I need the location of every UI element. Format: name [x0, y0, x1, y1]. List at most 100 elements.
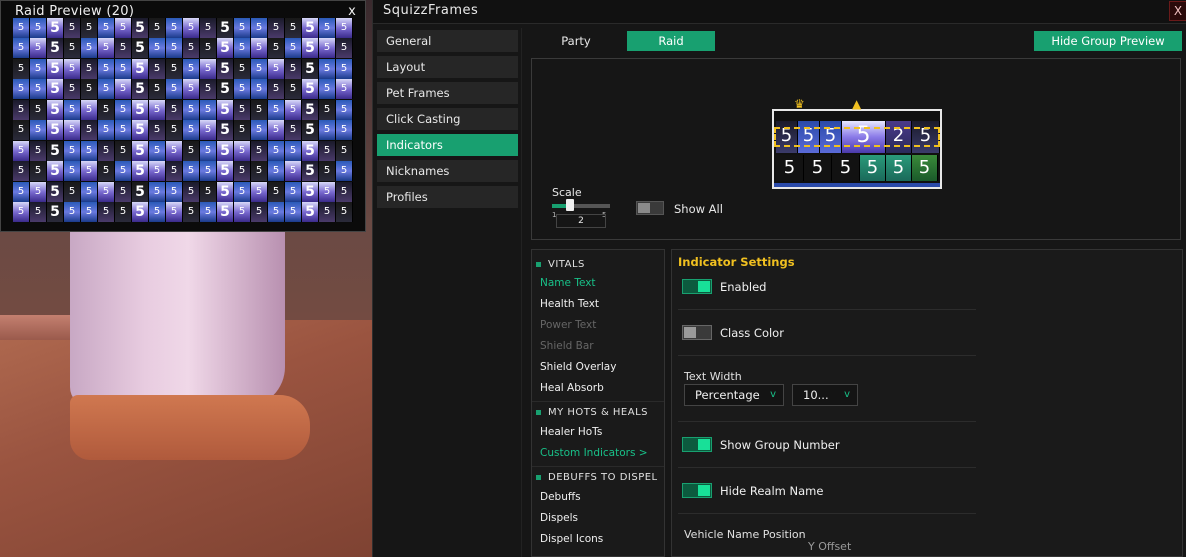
tab-party[interactable]: Party — [549, 31, 603, 51]
raid-unit-cell[interactable]: 5 — [217, 18, 234, 38]
raid-unit-cell[interactable]: 5 — [64, 18, 81, 38]
raid-unit-cell[interactable]: 5 — [149, 79, 166, 99]
raid-unit-cell[interactable]: 5 — [149, 161, 166, 181]
raid-unit-cell[interactable]: 5 — [183, 59, 200, 79]
raid-unit-cell[interactable]: 5 — [81, 141, 98, 161]
raid-unit-cell[interactable]: 5 — [166, 182, 183, 202]
raid-unit-cell[interactable]: 5 — [47, 141, 64, 161]
sidebar-item-general[interactable]: General — [377, 30, 518, 52]
raid-unit-cell[interactable]: 5 — [30, 202, 47, 222]
raid-unit-cell[interactable]: 5 — [149, 59, 166, 79]
raid-unit-cell[interactable]: 5 — [115, 100, 132, 120]
raid-unit-cell[interactable]: 5 — [268, 59, 285, 79]
raid-unit-cell[interactable]: 5 — [98, 182, 115, 202]
raid-unit-cell[interactable]: 5 — [285, 38, 302, 58]
raid-unit-cell[interactable]: 5 — [319, 18, 336, 38]
raid-unit-cell[interactable]: 5 — [13, 161, 30, 181]
raid-unit-cell[interactable]: 5 — [217, 120, 234, 140]
raid-unit-cell[interactable]: 5 — [336, 18, 353, 38]
raid-unit-cell[interactable]: 5 — [81, 59, 98, 79]
raid-unit-cell[interactable]: 5 — [64, 141, 81, 161]
raid-unit-cell[interactable]: 5 — [13, 182, 30, 202]
raid-unit-cell[interactable]: 5 — [251, 182, 268, 202]
raid-unit-cell[interactable]: 5 — [319, 79, 336, 99]
raid-unit-cell[interactable]: 5 — [234, 18, 251, 38]
raid-unit-cell[interactable]: 5 — [132, 59, 149, 79]
raid-unit-cell[interactable]: 5 — [234, 38, 251, 58]
raid-unit-cell[interactable]: 5 — [30, 120, 47, 140]
raid-unit-cell[interactable]: 5 — [47, 38, 64, 58]
raid-unit-cell[interactable]: 5 — [217, 182, 234, 202]
sidebar-item-indicators[interactable]: Indicators — [377, 134, 518, 156]
raid-unit-cell[interactable]: 5 — [251, 120, 268, 140]
raid-unit-cell[interactable]: 5 — [149, 18, 166, 38]
text-width-value-dropdown[interactable]: 10... v — [792, 384, 858, 406]
raid-unit-cell[interactable]: 5 — [47, 120, 64, 140]
raid-unit-cell[interactable]: 5 — [319, 100, 336, 120]
raid-unit-cell[interactable]: 5 — [81, 38, 98, 58]
raid-unit-cell[interactable]: 5 — [81, 100, 98, 120]
raid-unit-cell[interactable]: 5 — [64, 79, 81, 99]
raid-unit-cell[interactable]: 5 — [166, 120, 183, 140]
raid-unit-cell[interactable]: 5 — [285, 59, 302, 79]
raid-unit-cell[interactable]: 5 — [13, 141, 30, 161]
raid-unit-cell[interactable]: 5 — [149, 120, 166, 140]
raid-unit-cell[interactable]: 5 — [30, 59, 47, 79]
raid-unit-cell[interactable]: 5 — [13, 79, 30, 99]
raid-unit-cell[interactable]: 5 — [149, 141, 166, 161]
raid-unit-cell[interactable]: 5 — [81, 182, 98, 202]
raid-unit-cell[interactable]: 5 — [64, 38, 81, 58]
raid-unit-cell[interactable]: 5 — [302, 100, 319, 120]
enabled-toggle[interactable] — [682, 279, 712, 294]
raid-unit-cell[interactable]: 5 — [98, 202, 115, 222]
raid-unit-cell[interactable]: 5 — [285, 120, 302, 140]
list-item-custom-indicators[interactable]: Custom Indicators > — [540, 447, 648, 459]
text-width-mode-dropdown[interactable]: Percentage v — [684, 384, 784, 406]
raid-unit-cell[interactable]: 5 — [268, 202, 285, 222]
raid-unit-cell[interactable]: 5 — [319, 141, 336, 161]
raid-unit-cell[interactable]: 5 — [13, 202, 30, 222]
raid-unit-cell[interactable]: 5 — [285, 100, 302, 120]
raid-unit-cell[interactable]: 5 — [13, 100, 30, 120]
sidebar-item-layout[interactable]: Layout — [377, 56, 518, 78]
raid-unit-cell[interactable]: 5 — [183, 182, 200, 202]
raid-unit-cell[interactable]: 5 — [183, 38, 200, 58]
raid-unit-cell[interactable]: 5 — [166, 79, 183, 99]
raid-unit-cell[interactable]: 5 — [234, 120, 251, 140]
list-item-dispel-icons[interactable]: Dispel Icons — [540, 533, 603, 545]
raid-unit-cell[interactable]: 5 — [319, 182, 336, 202]
scale-slider-knob[interactable] — [566, 199, 574, 211]
raid-unit-cell[interactable]: 5 — [251, 79, 268, 99]
raid-unit-cell[interactable]: 5 — [268, 18, 285, 38]
raid-unit-cell[interactable]: 5 — [336, 38, 353, 58]
raid-unit-cell[interactable]: 5 — [183, 202, 200, 222]
raid-preview-close-button[interactable]: x — [346, 4, 358, 19]
raid-unit-cell[interactable]: 5 — [149, 38, 166, 58]
raid-unit-cell[interactable]: 5 — [166, 59, 183, 79]
class-color-toggle[interactable] — [682, 325, 712, 340]
raid-unit-cell[interactable]: 5 — [234, 182, 251, 202]
raid-unit-cell[interactable]: 5 — [217, 59, 234, 79]
raid-unit-cell[interactable]: 5 — [319, 38, 336, 58]
raid-unit-cell[interactable]: 5 — [319, 120, 336, 140]
raid-unit-cell[interactable]: 5 — [183, 100, 200, 120]
raid-unit-cell[interactable]: 5 — [47, 182, 64, 202]
raid-unit-cell[interactable]: 5 — [302, 120, 319, 140]
preview-unit-frame[interactable]: ♛ ▲ 5 5 5 5 2 5 5 5 5 5 5 5 — [772, 98, 942, 189]
raid-unit-cell[interactable]: 5 — [81, 161, 98, 181]
raid-unit-cell[interactable]: 5 — [200, 100, 217, 120]
raid-unit-cell[interactable]: 5 — [319, 202, 336, 222]
raid-unit-cell[interactable]: 5 — [217, 141, 234, 161]
raid-unit-cell[interactable]: 5 — [200, 79, 217, 99]
raid-unit-cell[interactable]: 5 — [183, 141, 200, 161]
raid-unit-cell[interactable]: 5 — [200, 38, 217, 58]
raid-unit-cell[interactable]: 5 — [234, 100, 251, 120]
raid-unit-cell[interactable]: 5 — [234, 202, 251, 222]
raid-unit-cell[interactable]: 5 — [166, 100, 183, 120]
raid-unit-cell[interactable]: 5 — [115, 141, 132, 161]
raid-unit-cell[interactable]: 5 — [132, 141, 149, 161]
scale-value-box[interactable]: 2 — [556, 214, 606, 228]
raid-unit-cell[interactable]: 5 — [200, 18, 217, 38]
raid-unit-cell[interactable]: 5 — [115, 161, 132, 181]
raid-unit-cell[interactable]: 5 — [98, 38, 115, 58]
